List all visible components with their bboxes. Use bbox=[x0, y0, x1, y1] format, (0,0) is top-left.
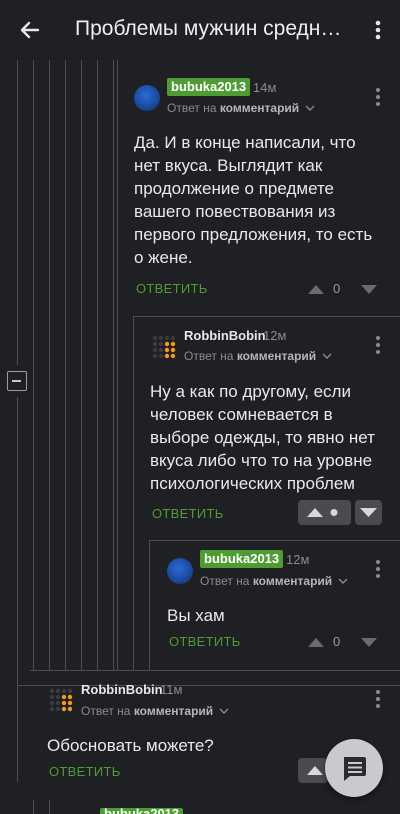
reply-to-link[interactable]: Ответ на комментарий bbox=[167, 101, 315, 115]
next-comment-author[interactable]: bubuka2013 bbox=[100, 808, 184, 814]
comment-text: Обосновать можете? bbox=[47, 736, 214, 755]
reply-button[interactable]: ОТВЕТИТЬ bbox=[152, 506, 224, 521]
comment-time: 11м bbox=[160, 682, 183, 697]
downvote-icon[interactable] bbox=[360, 283, 378, 301]
page-title: Проблемы мужчин средн… bbox=[75, 17, 342, 40]
reply-button[interactable]: ОТВЕТИТЬ bbox=[136, 281, 208, 296]
vote-up-box[interactable] bbox=[298, 758, 328, 783]
comment-time: 14м bbox=[253, 80, 277, 95]
avatar[interactable] bbox=[150, 333, 176, 359]
comment-time: 12м bbox=[286, 552, 310, 567]
collapse-thread-button[interactable] bbox=[7, 371, 27, 391]
reply-to-link[interactable]: Ответ на комментарий bbox=[81, 704, 229, 718]
reply-button[interactable]: ОТВЕТИТЬ bbox=[169, 634, 241, 649]
comment-text: Вы хам bbox=[167, 606, 225, 625]
comment-menu-icon[interactable] bbox=[373, 334, 383, 356]
upvote-icon[interactable] bbox=[298, 500, 351, 525]
author-name[interactable]: RobbinBobin bbox=[184, 328, 266, 343]
chevron-down-icon bbox=[338, 578, 348, 584]
chevron-down-icon bbox=[219, 708, 229, 714]
reply-to-link[interactable]: Ответ на комментарий bbox=[184, 349, 332, 363]
comment-menu-icon[interactable] bbox=[373, 688, 383, 710]
avatar[interactable] bbox=[47, 686, 73, 712]
comment-score: 0 bbox=[333, 634, 341, 649]
comment-text: Да. И в конце написали, что нет вкуса. В… bbox=[134, 133, 373, 267]
upvote-icon[interactable] bbox=[298, 758, 328, 783]
comment-text: Ну а как по другому, если человек сомнев… bbox=[150, 382, 375, 493]
reply-to-link[interactable]: Ответ на комментарий bbox=[200, 574, 348, 588]
comment-score: 0 bbox=[333, 281, 341, 296]
chevron-down-icon bbox=[305, 105, 315, 111]
author-name[interactable]: bubuka2013 bbox=[167, 78, 251, 96]
vote-up-box[interactable] bbox=[298, 500, 351, 525]
downvote-icon[interactable] bbox=[355, 500, 382, 525]
downvote-icon[interactable] bbox=[360, 636, 378, 654]
avatar[interactable] bbox=[167, 558, 193, 584]
comment-menu-icon[interactable] bbox=[373, 86, 383, 108]
top-app-bar: Проблемы мужчин средн… bbox=[0, 0, 400, 60]
avatar[interactable] bbox=[134, 85, 160, 111]
author-name[interactable]: bubuka2013 bbox=[200, 550, 284, 568]
vote-down-box[interactable] bbox=[355, 500, 382, 525]
reply-button[interactable]: ОТВЕТИТЬ bbox=[49, 764, 121, 779]
author-name[interactable]: RobbinBobin bbox=[81, 682, 163, 697]
write-comment-button[interactable] bbox=[325, 739, 383, 797]
upvote-icon[interactable] bbox=[307, 282, 325, 300]
comment-menu-icon[interactable] bbox=[373, 558, 383, 580]
more-options-icon[interactable] bbox=[368, 14, 388, 46]
back-arrow-icon[interactable] bbox=[14, 14, 46, 46]
upvote-icon[interactable] bbox=[307, 635, 325, 653]
comment-time: 12м bbox=[263, 328, 287, 343]
comment-icon bbox=[344, 757, 366, 781]
chevron-down-icon bbox=[322, 353, 332, 359]
